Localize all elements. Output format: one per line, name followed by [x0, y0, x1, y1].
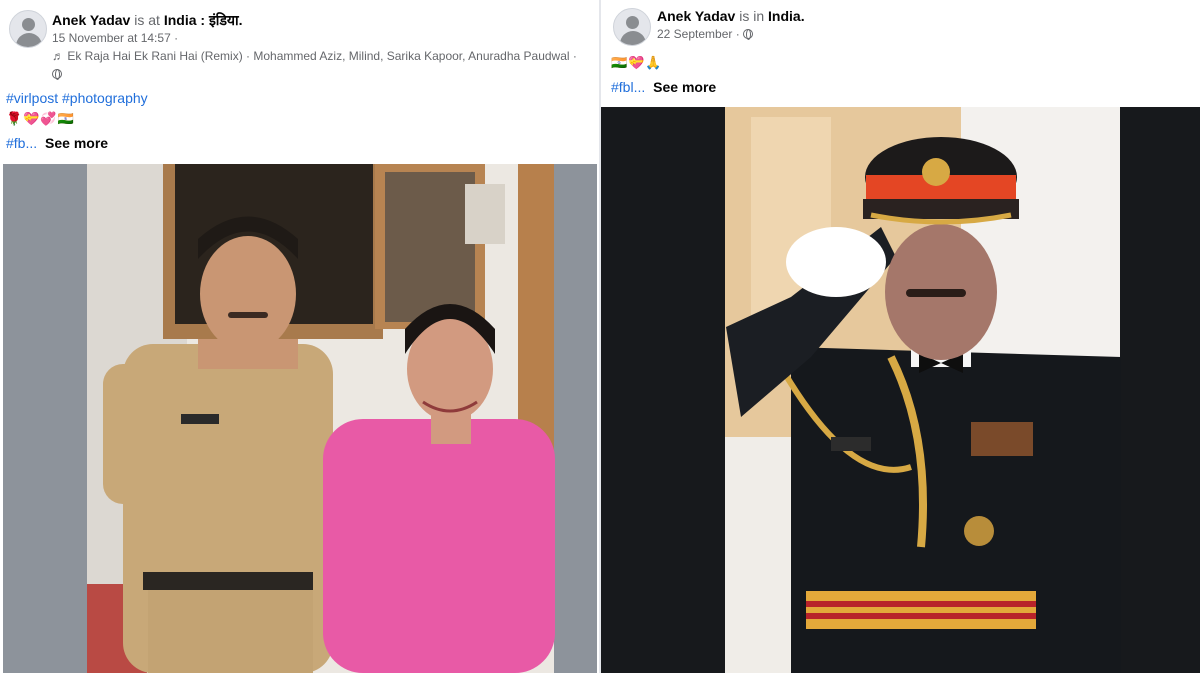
globe-icon[interactable]: [743, 29, 754, 40]
post-right: Anek Yadav is in India. 22 September · 🇮…: [601, 0, 1200, 673]
see-more-button[interactable]: See more: [45, 135, 108, 151]
globe-icon[interactable]: [52, 69, 62, 80]
privacy-row: [52, 67, 62, 81]
connector-text: is at: [134, 12, 160, 28]
post-photo[interactable]: [3, 164, 597, 673]
photo-couple: [87, 164, 555, 673]
photo-officer-salute: [725, 107, 1121, 673]
post-timestamp[interactable]: 15 November at 14:57 ·: [52, 31, 178, 45]
author-avatar[interactable]: [9, 10, 47, 48]
post-left: Anek Yadav is at India : इंडिया. 15 Nove…: [0, 0, 600, 673]
connector-text: is in: [739, 8, 765, 24]
post-timestamp-row: 22 September ·: [657, 27, 754, 41]
see-more-button[interactable]: See more: [653, 79, 716, 95]
author-name[interactable]: Anek Yadav: [657, 8, 735, 24]
caption-tail: #fb... See more: [6, 135, 108, 151]
author-avatar[interactable]: [613, 8, 651, 46]
music-line[interactable]: ♬ Ek Raja Hai Ek Rani Hai (Remix) · Moha…: [52, 49, 577, 63]
author-line: Anek Yadav is at India : इंडिया.: [52, 11, 243, 30]
hashtags-line[interactable]: #virlpost #photography: [6, 90, 148, 106]
post-timestamp[interactable]: 22 September ·: [657, 27, 740, 41]
author-line: Anek Yadav is in India.: [657, 8, 805, 24]
emoji-line: 🌹💝💞🇮🇳: [6, 111, 75, 126]
post-photo[interactable]: [601, 107, 1200, 673]
emoji-line: 🇮🇳💝🙏: [611, 55, 663, 70]
author-name[interactable]: Anek Yadav: [52, 12, 130, 28]
caption-tail: #fbl... See more: [611, 79, 716, 95]
place-name[interactable]: India : इंडिया.: [164, 12, 243, 28]
tail-hashtag[interactable]: #fb...: [6, 135, 37, 151]
tail-hashtag[interactable]: #fbl...: [611, 79, 645, 95]
place-name[interactable]: India.: [768, 8, 805, 24]
